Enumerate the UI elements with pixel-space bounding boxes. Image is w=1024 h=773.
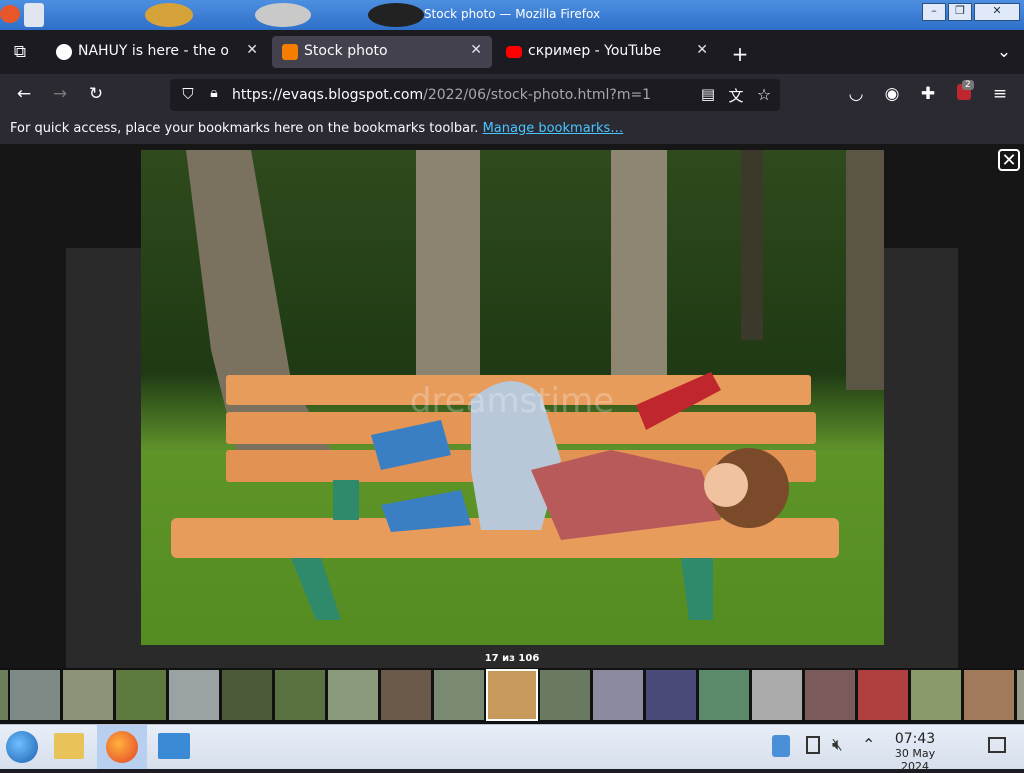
clock-time: 07:43 [894,731,936,747]
bookmarks-toolbar: For quick access, place your bookmarks h… [0,116,1024,144]
bookmarks-hint-text: For quick access, place your bookmarks h… [10,121,479,136]
url-text[interactable]: https://evaqs.blogspot.com/2022/06/stock… [232,87,651,103]
shield-icon[interactable]: ⛉ [176,85,200,103]
thumbnail[interactable] [699,670,749,720]
thumbnail[interactable] [328,670,378,720]
extensions-icon[interactable]: ✚ [916,84,940,104]
close-tab-icon[interactable]: ✕ [246,42,258,58]
thumbnail-strip [0,668,1024,724]
start-menu-icon[interactable] [6,731,38,763]
file-manager-icon[interactable] [54,733,84,759]
forward-button[interactable]: → [48,84,72,104]
update-notifier-icon[interactable] [772,735,790,757]
firefox-icon [106,731,138,763]
show-tray-icon[interactable]: ⌃ [862,735,875,754]
clipboard-icon[interactable] [806,736,820,754]
tab-list-icon[interactable]: ⧉ [8,42,32,62]
tab-youtube[interactable]: скример - YouTube ✕ [496,36,718,68]
clock[interactable]: 07:43 30 May 2024 [880,731,950,773]
new-tab-button[interactable]: + [728,42,752,66]
menu-icon[interactable]: ≡ [988,84,1012,104]
thumbnail-active[interactable] [486,669,538,721]
close-tab-icon[interactable]: ✕ [470,42,482,58]
tab-label: Stock photo [304,43,388,59]
thumbnail[interactable] [275,670,325,720]
blogger-favicon-icon [282,44,298,60]
tab-label: скример - YouTube [528,43,662,59]
thumbnail[interactable] [911,670,961,720]
image-counter: 17 из 106 [484,653,540,664]
volume-muted-icon[interactable]: 🔇︎ [832,735,843,755]
firefox-taskbar-button[interactable] [97,725,147,769]
site-favicon-icon [56,44,72,60]
thumbnail[interactable] [10,670,60,720]
thumbnail[interactable] [805,670,855,720]
pocket-icon[interactable]: ◡ [844,84,868,104]
thumbnail[interactable] [381,670,431,720]
tab-strip: ⧉ NAHUY is here - the offici ✕ Stock pho… [0,30,1024,74]
close-tab-icon[interactable]: ✕ [696,42,708,58]
window-title: Stock photo — Mozilla Firefox [423,7,601,21]
thumbnail[interactable] [646,670,696,720]
thumbnail[interactable] [116,670,166,720]
reader-view-icon[interactable]: ▤ [696,85,720,103]
youtube-favicon-icon [506,46,522,58]
thumbnail[interactable] [964,670,1014,720]
thumbnail[interactable] [593,670,643,720]
manage-bookmarks-link[interactable]: Manage bookmarks… [483,121,624,136]
url-bar[interactable]: ⛉ 🔒︎ https://evaqs.blogspot.com/2022/06/… [170,79,780,111]
thumbnail[interactable] [0,670,8,720]
extension-badge: 2 [962,80,974,90]
taskbar: 🔇︎ ⌃ 07:43 30 May 2024 [0,724,1024,773]
list-all-tabs-icon[interactable]: ⌄ [992,42,1016,62]
lock-icon[interactable]: 🔒︎ [202,85,226,101]
translate-icon[interactable]: 文 [724,85,748,106]
thumbnail[interactable] [169,670,219,720]
thumbnail[interactable] [1017,670,1024,720]
back-button[interactable]: ← [12,84,36,104]
thumbnail[interactable] [63,670,113,720]
boy-reading-on-bench-image: dreamstime [141,150,884,645]
window-title-bar: Stock photo — Mozilla Firefox – ❐ ✕ [0,0,1024,30]
maximize-button[interactable]: ❐ [948,3,972,21]
ublock-extension-icon[interactable]: 2 [952,80,976,105]
show-desktop-icon[interactable] [988,737,1006,753]
thumbnail[interactable] [752,670,802,720]
tab-label: NAHUY is here - the offici [78,43,228,59]
thumbnail[interactable] [222,670,272,720]
close-window-button[interactable]: ✕ [974,3,1020,21]
system-monitor-icon[interactable] [158,733,190,759]
thumbnail[interactable] [858,670,908,720]
reload-button[interactable]: ↻ [84,84,108,104]
navigation-toolbar: ← → ↻ ⛉ 🔒︎ https://evaqs.blogspot.com/20… [0,74,1024,116]
bookmark-star-icon[interactable]: ☆ [752,85,776,104]
thumbnail[interactable] [434,670,484,720]
tab-stock-photo[interactable]: Stock photo ✕ [272,36,492,68]
account-icon[interactable]: ◉ [880,84,904,104]
close-lightbox-button[interactable]: ✕ [998,149,1020,171]
lightbox-photo[interactable]: dreamstime [141,150,884,645]
thumbnail[interactable] [540,670,590,720]
minimize-button[interactable]: – [922,3,946,21]
clock-date: 30 May 2024 [894,747,936,773]
tab-nahuy[interactable]: NAHUY is here - the offici ✕ [46,36,268,68]
photo-watermark: dreamstime [410,381,614,421]
